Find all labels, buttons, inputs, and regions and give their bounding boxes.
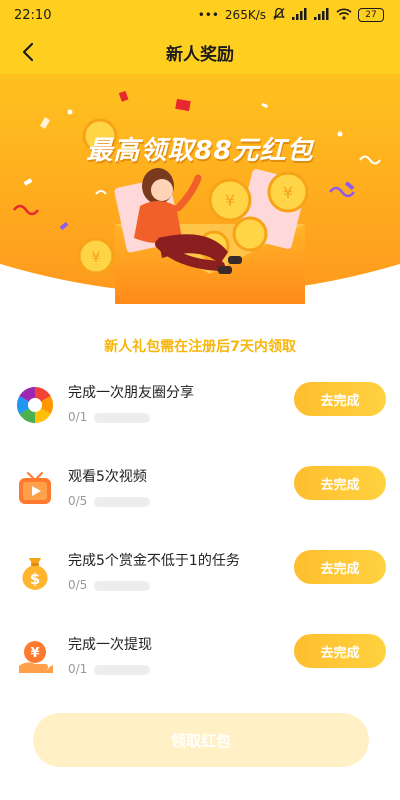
notice-text: 新人礼包需在注册后7天内领取 [104, 339, 296, 355]
status-time: 22:10 [14, 7, 52, 23]
task-go-button[interactable]: 去完成 [294, 382, 386, 416]
task-item-bounty: $ 完成5个赏金不低于1的任务 0/5 去完成 [0, 546, 400, 616]
battery-icon: 27 [358, 8, 384, 22]
task-progress-bar [94, 665, 150, 675]
task-progress-bar [94, 581, 150, 591]
task-title: 完成一次提现 [68, 637, 152, 653]
more-dots-icon: ••• [197, 8, 219, 22]
svg-text:¥: ¥ [30, 646, 39, 661]
camera-aperture-icon [16, 386, 54, 424]
task-count: 0/1 [68, 410, 88, 424]
money-bag-icon: $ [16, 554, 54, 592]
chevron-left-icon [22, 42, 34, 62]
yuan-coin-hand-icon: ¥ [16, 638, 54, 676]
claim-red-packet-button[interactable]: 领取红包 [33, 713, 369, 767]
status-bar: 22:10 ••• 265K/s 27 [0, 0, 400, 30]
status-indicators: ••• 265K/s 27 [198, 7, 384, 24]
svg-text:¥: ¥ [283, 183, 293, 202]
task-count: 0/5 [68, 494, 88, 508]
signal-icon [292, 7, 308, 23]
task-item-share: 完成一次朋友圈分享 0/1 去完成 [0, 378, 400, 448]
promo-banner: ¥ ¥ ¥ 最高领取88元红包 [0, 74, 400, 314]
task-title: 观看5次视频 [68, 469, 147, 485]
task-progress-bar [94, 413, 150, 423]
back-button[interactable] [10, 34, 46, 70]
signal-icon-2 [314, 7, 330, 23]
task-title: 完成5个赏金不低于1的任务 [68, 553, 240, 569]
svg-text:¥: ¥ [225, 191, 235, 210]
task-progress-bar [94, 497, 150, 507]
task-count: 0/1 [68, 662, 88, 676]
wifi-icon [336, 8, 352, 23]
video-play-icon [16, 470, 54, 508]
battery-level: 27 [365, 9, 377, 20]
nav-bar: 新人奖励 [0, 30, 400, 74]
task-item-withdraw: ¥ 完成一次提现 0/1 去完成 [0, 630, 400, 700]
network-speed: 265K/s [224, 8, 266, 22]
banner-headline: 最高领取88元红包 [86, 136, 314, 166]
svg-text:¥: ¥ [92, 250, 101, 266]
task-go-button[interactable]: 去完成 [294, 550, 386, 584]
task-count: 0/5 [68, 578, 88, 592]
svg-text:$: $ [30, 570, 40, 588]
banner-illustration: ¥ ¥ ¥ [0, 74, 400, 314]
task-go-button[interactable]: 去完成 [294, 634, 386, 668]
task-go-button[interactable]: 去完成 [294, 466, 386, 500]
task-item-video: 观看5次视频 0/5 去完成 [0, 462, 400, 532]
task-title: 完成一次朋友圈分享 [68, 385, 194, 401]
mute-icon [272, 7, 286, 24]
page-title: 新人奖励 [166, 44, 234, 65]
